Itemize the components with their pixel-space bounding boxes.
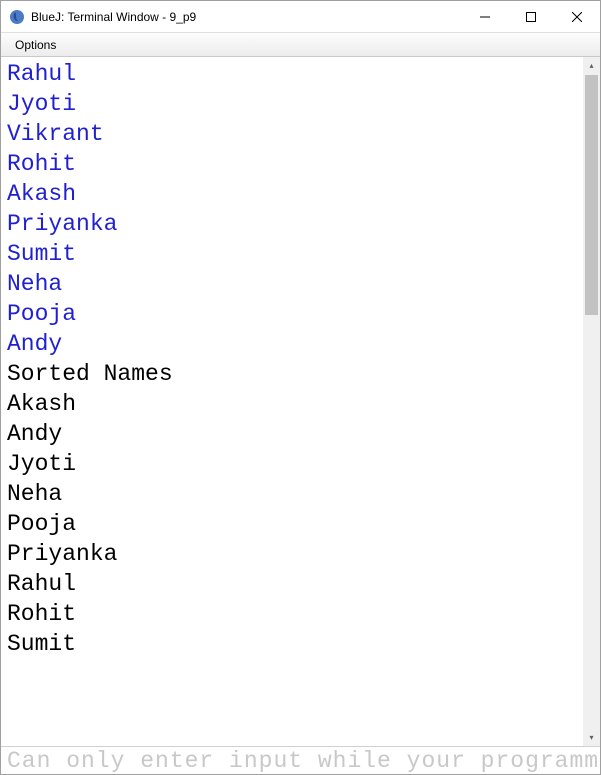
menubar: Options: [1, 33, 600, 57]
terminal-input-line: Sumit: [7, 239, 577, 269]
terminal-output-line: Sumit: [7, 629, 577, 659]
terminal-output-line: Priyanka: [7, 539, 577, 569]
status-text: Can only enter input while your programm…: [7, 748, 600, 774]
close-button[interactable]: [554, 1, 600, 32]
terminal-input-line: Andy: [7, 329, 577, 359]
terminal-input-line: Neha: [7, 269, 577, 299]
titlebar: BlueJ: Terminal Window - 9_p9: [1, 1, 600, 33]
terminal-window: BlueJ: Terminal Window - 9_p9 Options Ra…: [0, 0, 601, 775]
terminal-output-line: Neha: [7, 479, 577, 509]
terminal-input-line: Pooja: [7, 299, 577, 329]
terminal-output-line: Andy: [7, 419, 577, 449]
menu-options[interactable]: Options: [7, 36, 64, 54]
terminal-output-line: Akash: [7, 389, 577, 419]
scrollbar[interactable]: ▴ ▾: [583, 57, 600, 746]
terminal-input-line: Akash: [7, 179, 577, 209]
terminal-content[interactable]: RahulJyotiVikrantRohitAkashPriyankaSumit…: [1, 57, 583, 746]
terminal-input-line: Priyanka: [7, 209, 577, 239]
terminal-area: RahulJyotiVikrantRohitAkashPriyankaSumit…: [1, 57, 600, 746]
bluej-icon: [9, 9, 25, 25]
terminal-output-line: Jyoti: [7, 449, 577, 479]
terminal-input-line: Rahul: [7, 59, 577, 89]
minimize-button[interactable]: [462, 1, 508, 32]
maximize-button[interactable]: [508, 1, 554, 32]
terminal-output-line: Rohit: [7, 599, 577, 629]
terminal-output-line: Pooja: [7, 509, 577, 539]
scroll-down-arrow[interactable]: ▾: [583, 729, 600, 746]
terminal-input-line: Jyoti: [7, 89, 577, 119]
terminal-input-line: Rohit: [7, 149, 577, 179]
status-footer: Can only enter input while your programm…: [1, 746, 600, 774]
window-controls: [462, 1, 600, 32]
terminal-input-line: Vikrant: [7, 119, 577, 149]
scroll-up-arrow[interactable]: ▴: [583, 57, 600, 74]
terminal-output-line: Rahul: [7, 569, 577, 599]
terminal-output-line: Sorted Names: [7, 359, 577, 389]
scrollbar-thumb[interactable]: [585, 75, 598, 315]
window-title: BlueJ: Terminal Window - 9_p9: [31, 10, 462, 24]
